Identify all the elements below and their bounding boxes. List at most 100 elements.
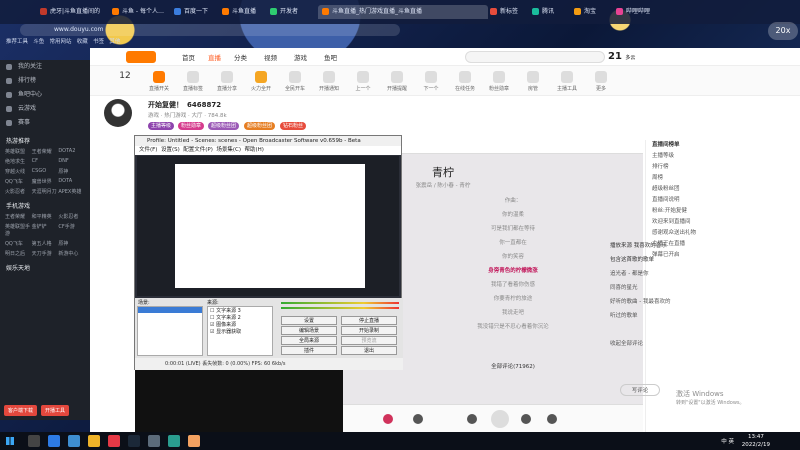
game-link[interactable]: QQ飞车 [5,178,32,185]
playlist-icon[interactable] [547,414,557,424]
toolbar-item[interactable]: 直播分享 [212,71,242,92]
sidebar-item-cloudgame[interactable]: 云游戏 [0,102,90,116]
windows-start-icon[interactable] [6,437,14,445]
obs-preview[interactable] [137,156,399,296]
toolbar-item[interactable]: 直播开关 [144,71,174,92]
toolbar-item[interactable]: 更多 [586,71,616,92]
douyu-logo[interactable] [126,51,156,63]
streamer-avatar[interactable] [104,99,132,127]
game-link[interactable]: 英雄联盟 [5,148,32,155]
toolbar-item[interactable]: 主播工具 [552,71,582,92]
nav-game[interactable]: 游戏 [294,52,307,62]
write-comment-button[interactable]: 写评论 [620,384,660,396]
obs-menu-settings[interactable]: 设置(S) [161,147,180,153]
nav-live[interactable]: 直播 [208,52,221,62]
nav-category[interactable]: 分类 [234,52,247,62]
game-link[interactable]: CF [32,158,59,165]
obs-exit-button[interactable]: 退出 [341,346,397,355]
toolbar-item[interactable]: 火力全开 [246,71,276,92]
toolbar-item[interactable]: 12 [110,71,140,81]
app-icon[interactable] [168,435,180,447]
stream-tool-button[interactable]: 开播工具 [41,405,70,416]
game-link[interactable]: 天刀手游 [32,250,59,257]
game-link[interactable]: 绝地求生 [5,158,32,165]
source-item[interactable]: ☑ 显示器获取 [210,329,270,336]
bookmark[interactable]: 书签 [93,39,104,45]
obs-record-button[interactable]: 开始录制 [341,326,397,335]
nav-fishbar[interactable]: 鱼吧 [324,52,337,62]
game-link[interactable]: 英雄联盟手游 [5,223,32,237]
game-link[interactable]: 火影忍者 [5,188,32,195]
sidebar-item-esports[interactable]: 赛事 [0,116,90,130]
all-comments-label[interactable]: 全部评论(71962) [443,362,583,370]
obs-plugins-button[interactable]: 插件 [281,346,337,355]
source-item[interactable]: ☐ 文字来源 3 [210,308,270,315]
game-link[interactable]: CSGO [32,168,59,175]
edge-icon[interactable] [68,435,80,447]
tab[interactable]: 百度一下 [174,5,220,19]
tab[interactable]: 淘宝 [574,5,614,19]
nav-video[interactable]: 视频 [264,52,277,62]
bookmark[interactable]: 常用网站 [50,39,72,45]
game-link[interactable]: 魔兽世界 [32,178,59,185]
obs-menu-help[interactable]: 帮助(H) [245,147,264,153]
obs-edit-scene-button[interactable]: 编辑场景 [281,326,337,335]
like-icon[interactable] [383,414,393,424]
tab[interactable]: 哔哩哔哩 [616,5,662,19]
obs-global-sources-button[interactable]: 全局来源 [281,336,337,345]
toolbar-item[interactable]: 直播标签 [178,71,208,92]
address-bar[interactable]: www.douyu.com [20,24,400,36]
game-link[interactable]: 王者荣耀 [5,213,32,220]
play-pause-button[interactable] [491,410,509,428]
search-icon[interactable] [28,435,40,447]
sidebar-item-follow[interactable]: 我的关注 [0,60,90,74]
toolbar-item[interactable]: 开播通知 [314,71,344,92]
sources-list[interactable]: ☐ 文字来源 3 ☐ 文字来源 2 ☑ 图像来源 ☑ 显示器获取 [207,306,273,356]
game-link[interactable]: 天涯明月刀 [32,188,59,195]
game-link[interactable]: QQ飞车 [5,240,32,247]
game-link[interactable]: 金铲铲 [32,223,59,237]
client-download-button[interactable]: 客户端下载 [4,405,38,416]
obs-icon[interactable] [148,435,160,447]
game-link[interactable]: 原神 [58,168,85,175]
game-link[interactable]: CF手游 [58,223,85,237]
game-link[interactable]: 和平精英 [32,213,59,220]
obs-stop-stream-button[interactable]: 停止直播 [341,316,397,325]
obs-menu-scenes[interactable]: 场景集(C) [216,147,241,153]
tab[interactable]: 腾讯 [532,5,572,19]
explorer-icon[interactable] [88,435,100,447]
obs-menu-file[interactable]: 文件(F) [139,147,157,153]
toolbar-item[interactable]: 房管 [518,71,548,92]
obs-menu-profile[interactable]: 配置文件(P) [183,147,213,153]
bookmark[interactable]: 推荐工具 [6,39,28,45]
toolbar-item[interactable]: 开播提醒 [382,71,412,92]
toolbar-item[interactable]: 在线任务 [450,71,480,92]
nav-home[interactable]: 首页 [182,52,195,62]
game-link[interactable]: DOTA [58,178,85,185]
game-link[interactable]: APEX英雄 [58,188,85,195]
game-link[interactable]: 火影忍者 [58,213,85,220]
game-link[interactable]: DOTA2 [58,148,85,155]
next-icon[interactable] [521,414,531,424]
game-link[interactable]: 原神 [58,240,85,247]
ime-indicator[interactable]: 中 英 [721,437,734,445]
steam-icon[interactable] [128,435,140,447]
game-link[interactable]: 新游中心 [58,250,85,257]
game-link[interactable]: 王者荣耀 [32,148,59,155]
tab-active[interactable]: 斗鱼直播_热门游戏直播_斗鱼直播 [318,5,488,19]
tab[interactable]: 斗鱼 - 每个人… [112,5,172,19]
obs-settings-button[interactable]: 设置 [281,316,337,325]
bookmark[interactable]: 斗鱼 [33,39,44,45]
bookmark[interactable]: 收藏 [77,39,88,45]
task-view-icon[interactable] [48,435,60,447]
source-item[interactable]: ☐ 文字来源 2 [210,315,270,322]
game-link[interactable]: 第五人格 [32,240,59,247]
sidebar-item-rank[interactable]: 排行榜 [0,74,90,88]
prev-icon[interactable] [467,414,477,424]
game-link[interactable]: 明日之后 [5,250,32,257]
download-icon[interactable] [413,414,423,424]
toolbar-item[interactable]: 粉丝勋章 [484,71,514,92]
tab[interactable]: 斗鱼直播 [222,5,268,19]
toolbar-item[interactable]: 全民开车 [280,71,310,92]
toolbar-item[interactable]: 下一个 [416,71,446,92]
